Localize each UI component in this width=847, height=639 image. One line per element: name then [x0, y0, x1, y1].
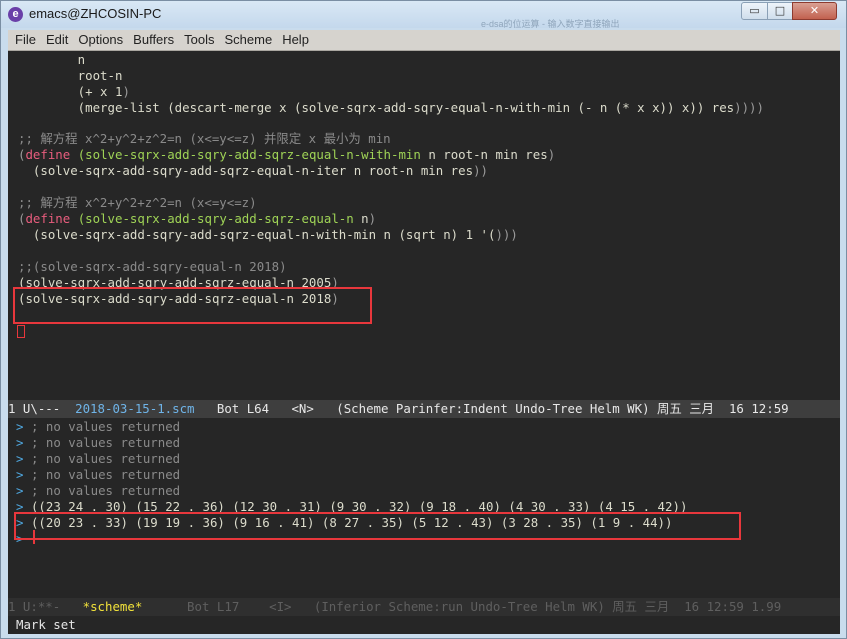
code-line: (solve-sqrx-add-sqry-add-sqrz-equal-n-wi… [18, 227, 518, 242]
echo-area: Mark set [8, 616, 840, 634]
repl-line: > ; no values returned [16, 483, 181, 498]
menu-file[interactable]: File [8, 30, 41, 50]
editor-mode-line[interactable]: 1 U\--- 2018-03-15-1.scm Bot L64 <N> (Sc… [8, 400, 840, 418]
menu-tools[interactable]: Tools [179, 30, 219, 50]
code-line: (+ x 1) [18, 84, 130, 99]
minimize-button[interactable]: ▭ [741, 2, 768, 20]
comment-line: ;; 解方程 x^2+y^2+z^2=n (x<=y<=z) 并限定 x 最小为… [18, 131, 391, 146]
repl-line: > ; no values returned [16, 451, 181, 466]
emacs-icon: e [8, 7, 23, 22]
menu-scheme[interactable]: Scheme [219, 30, 277, 50]
editor-buffer[interactable]: n root-n (+ x 1) (merge-list (descart-me… [8, 51, 840, 400]
repl-mode-line[interactable]: 1 U:**- *scheme* Bot L17 <I> (Inferior S… [8, 598, 840, 616]
text-cursor [17, 325, 25, 338]
repl-buffer-name: *scheme* [82, 599, 143, 614]
highlight-box [13, 287, 372, 324]
code-line: (merge-list (descart-merge x (solve-sqrx… [18, 100, 764, 115]
comment-line: ;; 解方程 x^2+y^2+z^2=n (x<=y<=z) [18, 195, 257, 210]
repl-line: > ; no values returned [16, 467, 181, 482]
highlight-box [14, 512, 741, 540]
repl-line: > ; no values returned [16, 435, 181, 450]
menu-help[interactable]: Help [277, 30, 314, 50]
menu-options[interactable]: Options [73, 30, 128, 50]
code-line: (define (solve-sqrx-add-sqry-add-sqrz-eq… [18, 147, 556, 162]
menu-edit[interactable]: Edit [41, 30, 73, 50]
code-line: (define (solve-sqrx-add-sqry-add-sqrz-eq… [18, 211, 377, 226]
close-button[interactable]: ✕ [792, 2, 837, 20]
code-line: n [18, 52, 86, 67]
window-title: emacs@ZHCOSIN-PC [29, 6, 162, 21]
code-line: (solve-sqrx-add-sqry-add-sqrz-equal-n-it… [18, 163, 488, 178]
menu-buffers[interactable]: Buffers [128, 30, 179, 50]
maximize-button[interactable]: □ [767, 2, 793, 20]
emacs-window: e emacs@ZHCOSIN-PC e-dsa的位运算 - 输入数字直接输出 … [0, 0, 847, 639]
menu-bar: File Edit Options Buffers Tools Scheme Help [8, 30, 840, 51]
code-line: root-n [18, 68, 123, 83]
background-window-title: e-dsa的位运算 - 输入数字直接输出 [481, 19, 620, 29]
buffer-filename: 2018-03-15-1.scm [75, 401, 195, 416]
scheme-repl-buffer[interactable]: > ; no values returned > ; no values ret… [8, 418, 840, 598]
comment-line: ;;(solve-sqrx-add-sqry-equal-n 2018) [18, 259, 287, 274]
title-bar[interactable]: e emacs@ZHCOSIN-PC e-dsa的位运算 - 输入数字直接输出 … [1, 1, 846, 29]
repl-line: > ; no values returned [16, 419, 181, 434]
text-cursor [33, 530, 35, 544]
